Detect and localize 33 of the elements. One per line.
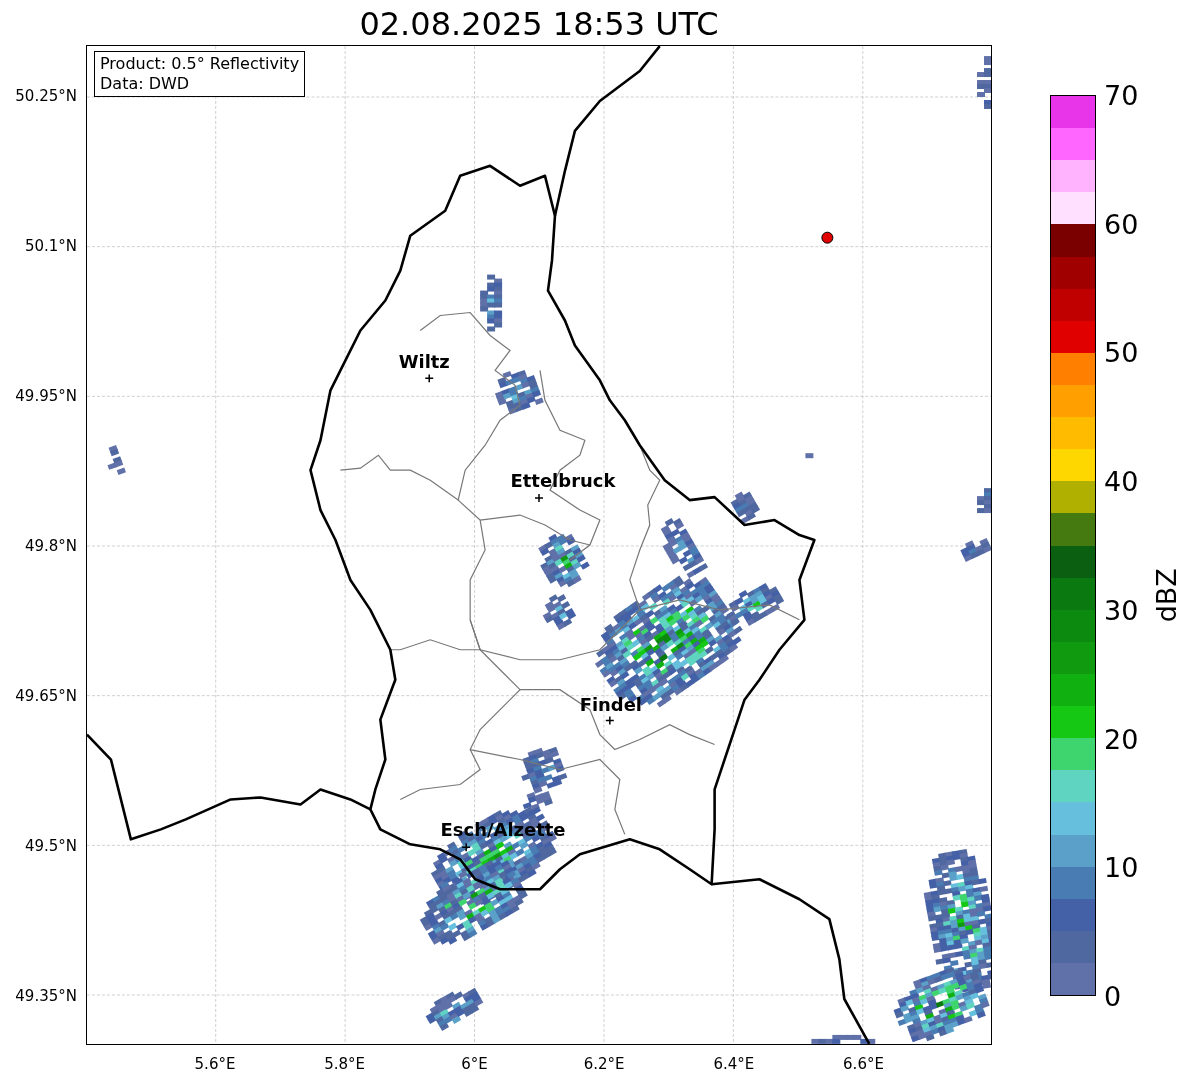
y-axis-label: 49.8°N bbox=[24, 535, 77, 557]
scale-label: 50 bbox=[1104, 338, 1139, 366]
scale-label: 0 bbox=[1104, 982, 1122, 1010]
x-axis-label: 5.8°E bbox=[324, 1054, 366, 1075]
y-axis-label: 49.65°N bbox=[15, 685, 77, 707]
x-axis-label: 6.6°E bbox=[843, 1054, 884, 1075]
scale-label: 40 bbox=[1104, 467, 1139, 495]
scale-label: 20 bbox=[1104, 725, 1139, 753]
scale-label: 10 bbox=[1104, 853, 1139, 881]
scale-label: 70 bbox=[1104, 81, 1139, 109]
y-axis-label: 49.95°N bbox=[15, 385, 77, 407]
y-axis-label: 49.5°N bbox=[24, 835, 77, 857]
info-text: Data: DWD bbox=[100, 74, 191, 94]
x-axis-label: 5.6°E bbox=[194, 1054, 236, 1075]
city-marker-icon bbox=[424, 373, 434, 384]
x-axis-label: 6°E bbox=[461, 1054, 488, 1075]
x-axis-label: 6.2°E bbox=[583, 1054, 625, 1075]
city-label: Wiltz bbox=[398, 351, 450, 373]
city-marker-icon bbox=[461, 842, 471, 853]
city-label: Ettelbruck bbox=[510, 470, 616, 492]
info-text: Product: 0.5° Reflectivity bbox=[100, 54, 300, 74]
scale-label: 30 bbox=[1104, 596, 1139, 624]
chart-title: 02.08.2025 18:53 UTC bbox=[358, 4, 720, 45]
y-axis-label: 49.35°N bbox=[15, 985, 77, 1007]
scale-label: 60 bbox=[1104, 210, 1139, 238]
city-marker-icon bbox=[605, 715, 615, 726]
y-axis-label: 50.25°N bbox=[15, 85, 77, 107]
y-axis-label: 50.1°N bbox=[24, 235, 77, 257]
scale-title: dBZ bbox=[1149, 568, 1183, 623]
city-label: Findel bbox=[579, 693, 643, 715]
city-marker-icon bbox=[534, 493, 544, 503]
location-dot-icon bbox=[821, 231, 834, 244]
x-axis-label: 6.4°E bbox=[713, 1054, 755, 1075]
